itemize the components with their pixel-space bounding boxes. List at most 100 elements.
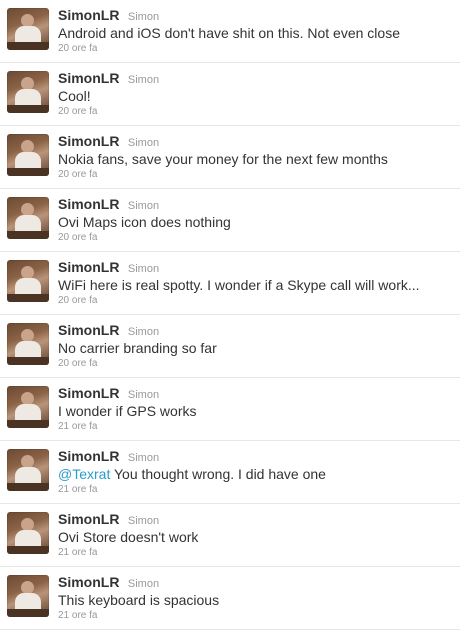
- timestamp-link[interactable]: 20 ore fa: [58, 357, 454, 371]
- tweet-text-body: Android and iOS don't have shit on this.…: [58, 25, 400, 41]
- avatar-table: [7, 357, 49, 365]
- tweet-content: SimonLR Simon Nokia fans, save your mone…: [58, 133, 454, 182]
- avatar[interactable]: [7, 323, 49, 365]
- full-name: Simon: [127, 326, 160, 338]
- timestamp-link[interactable]: 21 ore fa: [58, 420, 454, 434]
- tweet-meta: SimonLR Simon: [58, 7, 454, 25]
- tweet-meta: SimonLR Simon: [58, 196, 454, 214]
- tweet-text-body: Cool!: [58, 88, 91, 104]
- tweet-text-body: Nokia fans, save your money for the next…: [58, 151, 388, 167]
- avatar[interactable]: [7, 512, 49, 554]
- full-name: Simon: [127, 11, 160, 23]
- full-name: Simon: [127, 389, 160, 401]
- tweet-item: SimonLR Simon @Texrat You thought wrong.…: [0, 441, 460, 504]
- tweet-meta: SimonLR Simon: [58, 322, 454, 340]
- tweet-content: SimonLR Simon Ovi Maps icon does nothing…: [58, 196, 454, 245]
- avatar[interactable]: [7, 197, 49, 239]
- screen-name-link[interactable]: SimonLR: [58, 70, 119, 86]
- screen-name-link[interactable]: SimonLR: [58, 448, 119, 464]
- timestamp-link[interactable]: 20 ore fa: [58, 42, 454, 56]
- tweet-text: No carrier branding so far: [58, 340, 454, 357]
- tweet-item: SimonLR Simon Cool! 20 ore fa: [0, 63, 460, 126]
- full-name: Simon: [127, 74, 160, 86]
- avatar-table: [7, 483, 49, 491]
- tweet-item: SimonLR Simon Ovi Store doesn't work 21 …: [0, 504, 460, 567]
- tweet-text-body: Ovi Store doesn't work: [58, 529, 199, 545]
- full-name: Simon: [127, 515, 160, 527]
- avatar[interactable]: [7, 386, 49, 428]
- tweet-meta: SimonLR Simon: [58, 574, 454, 592]
- timestamp-link[interactable]: 21 ore fa: [58, 546, 454, 560]
- tweet-meta: SimonLR Simon: [58, 133, 454, 151]
- screen-name-link[interactable]: SimonLR: [58, 511, 119, 527]
- avatar[interactable]: [7, 8, 49, 50]
- avatar[interactable]: [7, 575, 49, 617]
- tweet-text: Nokia fans, save your money for the next…: [58, 151, 454, 168]
- timestamp-link[interactable]: 20 ore fa: [58, 231, 454, 245]
- tweet-text: This keyboard is spacious: [58, 592, 454, 609]
- tweet-content: SimonLR Simon Cool! 20 ore fa: [58, 70, 454, 119]
- tweet-text: Ovi Store doesn't work: [58, 529, 454, 546]
- timestamp-link[interactable]: 21 ore fa: [58, 609, 454, 623]
- screen-name-link[interactable]: SimonLR: [58, 385, 119, 401]
- timestamp-link[interactable]: 20 ore fa: [58, 168, 454, 182]
- tweet-content: SimonLR Simon I wonder if GPS works 21 o…: [58, 385, 454, 434]
- full-name: Simon: [127, 263, 160, 275]
- tweet-text-body: I wonder if GPS works: [58, 403, 197, 419]
- tweet-item: SimonLR Simon Nokia fans, save your mone…: [0, 126, 460, 189]
- avatar-table: [7, 42, 49, 50]
- full-name: Simon: [127, 200, 160, 212]
- tweet-text-body: This keyboard is spacious: [58, 592, 220, 608]
- tweet-text: WiFi here is real spotty. I wonder if a …: [58, 277, 454, 294]
- tweet-content: SimonLR Simon Android and iOS don't have…: [58, 7, 454, 56]
- screen-name-link[interactable]: SimonLR: [58, 133, 119, 149]
- tweet-text: @Texrat You thought wrong. I did have on…: [58, 466, 454, 483]
- tweet-text: I wonder if GPS works: [58, 403, 454, 420]
- tweet-text-body: Ovi Maps icon does nothing: [58, 214, 231, 230]
- tweet-item: SimonLR Simon Ovi Maps icon does nothing…: [0, 189, 460, 252]
- tweet-text-body: No carrier branding so far: [58, 340, 217, 356]
- full-name: Simon: [127, 452, 160, 464]
- tweet-meta: SimonLR Simon: [58, 448, 454, 466]
- timestamp-link[interactable]: 21 ore fa: [58, 483, 454, 497]
- timestamp-link[interactable]: 20 ore fa: [58, 105, 454, 119]
- tweet-content: SimonLR Simon Ovi Store doesn't work 21 …: [58, 511, 454, 560]
- screen-name-link[interactable]: SimonLR: [58, 196, 119, 212]
- tweet-text: Ovi Maps icon does nothing: [58, 214, 454, 231]
- avatar[interactable]: [7, 134, 49, 176]
- avatar-table: [7, 420, 49, 428]
- tweet-item: SimonLR Simon WiFi here is real spotty. …: [0, 252, 460, 315]
- mention-link[interactable]: @Texrat: [58, 466, 110, 482]
- avatar-table: [7, 546, 49, 554]
- tweet-item: SimonLR Simon This keyboard is spacious …: [0, 567, 460, 630]
- tweet-item: SimonLR Simon No carrier branding so far…: [0, 315, 460, 378]
- tweet-item: SimonLR Simon Android and iOS don't have…: [0, 0, 460, 63]
- avatar-table: [7, 231, 49, 239]
- avatar[interactable]: [7, 260, 49, 302]
- tweet-item: SimonLR Simon I wonder if GPS works 21 o…: [0, 378, 460, 441]
- avatar[interactable]: [7, 71, 49, 113]
- tweet-feed: SimonLR Simon Android and iOS don't have…: [0, 0, 460, 635]
- avatar[interactable]: [7, 449, 49, 491]
- screen-name-link[interactable]: SimonLR: [58, 7, 119, 23]
- tweet-text: Android and iOS don't have shit on this.…: [58, 25, 454, 42]
- tweet-meta: SimonLR Simon: [58, 259, 454, 277]
- tweet-text-body: You thought wrong. I did have one: [110, 466, 326, 482]
- tweet-content: SimonLR Simon This keyboard is spacious …: [58, 574, 454, 623]
- avatar-table: [7, 168, 49, 176]
- avatar-table: [7, 609, 49, 617]
- tweet-content: SimonLR Simon WiFi here is real spotty. …: [58, 259, 454, 308]
- tweet-meta: SimonLR Simon: [58, 511, 454, 529]
- tweet-text: Cool!: [58, 88, 454, 105]
- tweet-content: SimonLR Simon @Texrat You thought wrong.…: [58, 448, 454, 497]
- avatar-table: [7, 294, 49, 302]
- full-name: Simon: [127, 137, 160, 149]
- screen-name-link[interactable]: SimonLR: [58, 259, 119, 275]
- screen-name-link[interactable]: SimonLR: [58, 574, 119, 590]
- timestamp-link[interactable]: 20 ore fa: [58, 294, 454, 308]
- avatar-table: [7, 105, 49, 113]
- tweet-meta: SimonLR Simon: [58, 385, 454, 403]
- screen-name-link[interactable]: SimonLR: [58, 322, 119, 338]
- tweet-meta: SimonLR Simon: [58, 70, 454, 88]
- tweet-content: SimonLR Simon No carrier branding so far…: [58, 322, 454, 371]
